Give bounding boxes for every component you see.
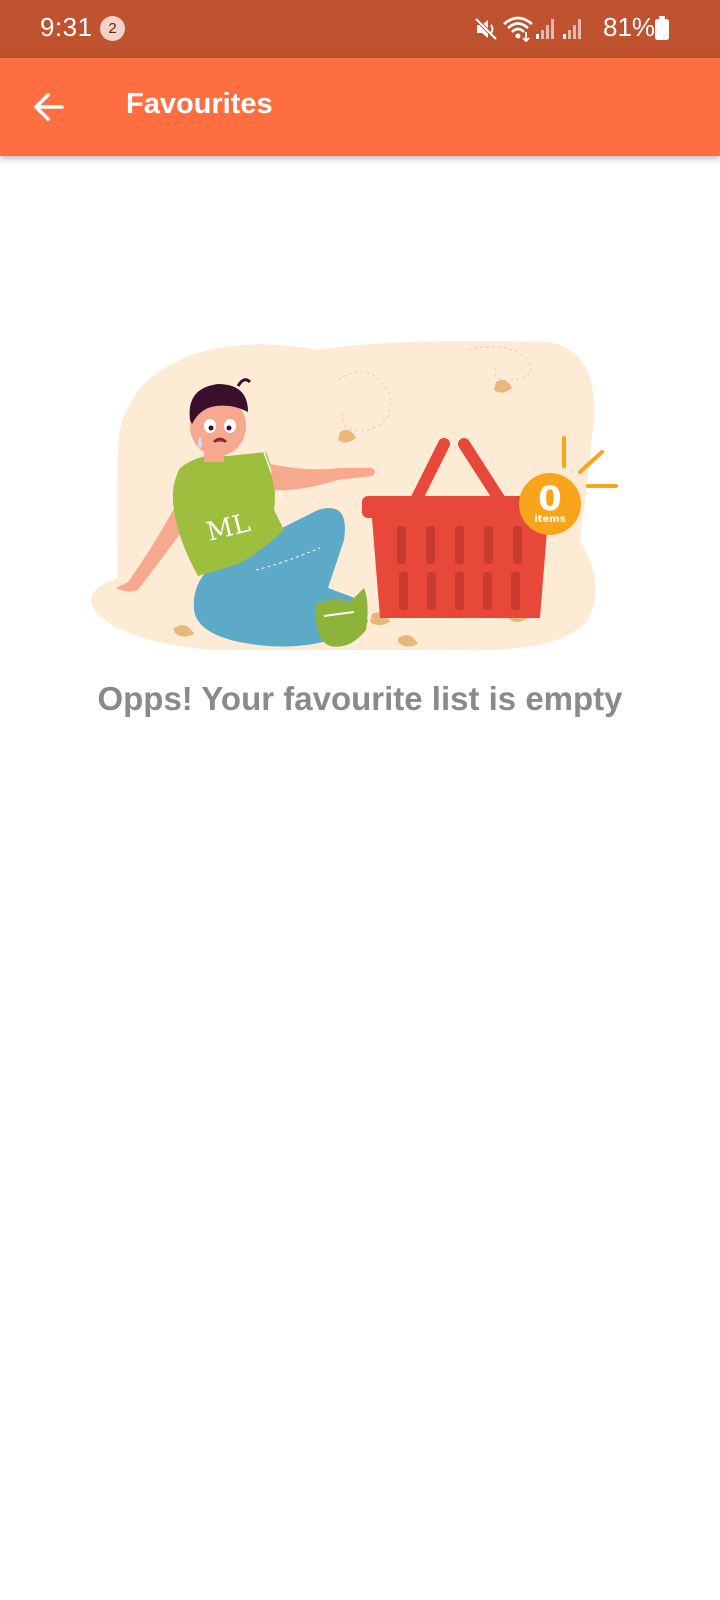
notification-count-badge: 2 [100, 16, 125, 41]
badge-count: 0 [538, 479, 562, 519]
page-title: Favourites [126, 88, 273, 120]
mute-icon [474, 17, 498, 41]
empty-state-message: Opps! Your favourite list is empty [97, 680, 623, 717]
arrow-left-icon [34, 93, 64, 121]
status-time: 9:31 [40, 12, 93, 42]
app-bar: Favourites [0, 58, 720, 156]
signal-icon-2 [563, 19, 581, 39]
wifi-icon [503, 16, 533, 42]
battery-percentage: 81% [603, 12, 656, 42]
battery-icon [655, 16, 669, 40]
empty-basket-illustration: ML 0 items [91, 341, 618, 651]
back-button[interactable] [22, 80, 76, 134]
status-bar: 9:31 2 81% [0, 0, 720, 58]
badge-unit: items [534, 514, 565, 525]
signal-icon [536, 19, 554, 39]
